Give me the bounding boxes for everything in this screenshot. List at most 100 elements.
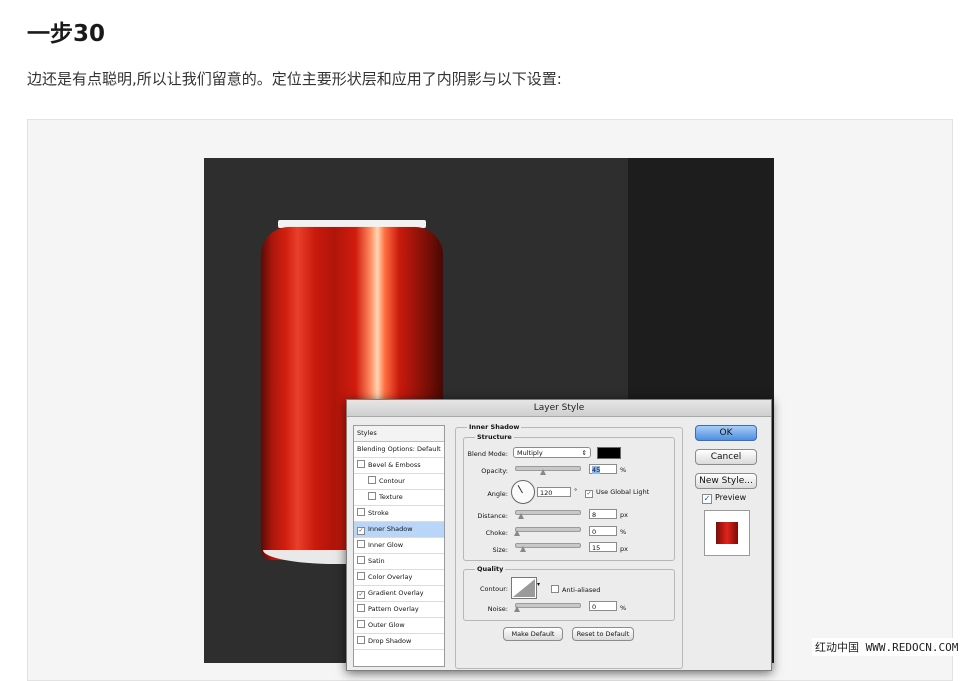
noise-slider[interactable]	[514, 603, 581, 612]
anti-aliased-option[interactable]: Anti-aliased	[551, 585, 600, 594]
opacity-slider[interactable]	[515, 466, 581, 475]
size-field[interactable]: 15	[589, 542, 617, 552]
distance-field[interactable]: 8	[589, 509, 617, 519]
distance-slider[interactable]	[515, 510, 581, 519]
styles-header[interactable]: Styles	[354, 426, 444, 442]
size-slider[interactable]	[515, 543, 581, 552]
angle-field[interactable]: 120	[537, 487, 571, 497]
styles-item-label: Gradient Overlay	[368, 589, 424, 597]
linear-contour-icon	[513, 579, 535, 597]
size-label: Size:	[492, 546, 508, 554]
size-slider-knob[interactable]	[520, 546, 526, 552]
styles-item[interactable]: Color Overlay	[354, 570, 444, 586]
style-preview-swatch	[704, 510, 750, 556]
angle-value: 120	[540, 489, 553, 497]
make-default-button[interactable]: Make Default	[503, 627, 563, 641]
opacity-label: Opacity:	[481, 467, 508, 475]
noise-slider-knob[interactable]	[514, 606, 520, 612]
preview-checkbox[interactable]: ✓	[702, 494, 712, 504]
styles-item-label: Blending Options: Default	[357, 445, 441, 453]
anti-aliased-checkbox[interactable]	[551, 585, 559, 593]
opacity-unit: %	[620, 466, 627, 474]
ok-button[interactable]: OK	[695, 425, 757, 441]
styles-item[interactable]: Satin	[354, 554, 444, 570]
updown-arrows-icon: ⇕	[581, 449, 587, 457]
noise-label: Noise:	[487, 605, 508, 613]
choke-field[interactable]: 0	[589, 526, 617, 536]
styles-item[interactable]: Blending Options: Default	[354, 442, 444, 458]
styles-item-label: Outer Glow	[368, 621, 405, 629]
distance-label: Distance:	[477, 512, 508, 520]
layer-style-dialog: Layer Style Styles Blending Options: Def…	[346, 399, 772, 671]
inner-shadow-title: Inner Shadow	[467, 423, 522, 431]
shadow-color-swatch[interactable]	[597, 447, 621, 459]
style-checkbox[interactable]	[357, 636, 365, 644]
preview-option[interactable]: ✓ Preview	[702, 493, 746, 504]
style-checkbox[interactable]	[368, 476, 376, 484]
use-global-light-checkbox[interactable]: ✓	[585, 490, 593, 498]
site-watermark: 红动中国 WWW.REDOCN.COM	[812, 638, 962, 656]
style-checkbox[interactable]: ✓	[357, 527, 365, 535]
style-checkbox[interactable]	[357, 556, 365, 564]
reset-to-default-button[interactable]: Reset to Default	[572, 627, 634, 641]
styles-item[interactable]: Contour	[354, 474, 444, 490]
preview-label: Preview	[715, 493, 747, 502]
use-global-light-option[interactable]: ✓ Use Global Light	[585, 488, 649, 498]
step-title: 一步30	[27, 21, 106, 47]
style-checkbox[interactable]	[357, 604, 365, 612]
contour-label: Contour:	[479, 585, 508, 593]
styles-item[interactable]: Stroke	[354, 506, 444, 522]
blend-mode-select[interactable]: Multiply ⇕	[513, 447, 591, 458]
structure-title: Structure	[475, 433, 514, 441]
styles-item-label: Color Overlay	[368, 573, 413, 581]
contour-picker[interactable]	[511, 577, 537, 599]
quality-section	[463, 569, 675, 621]
styles-item-label: Inner Shadow	[368, 525, 413, 533]
styles-item[interactable]: Bevel & Emboss	[354, 458, 444, 474]
styles-item-label: Inner Glow	[368, 541, 404, 549]
styles-item-label: Bevel & Emboss	[368, 461, 421, 469]
style-checkbox[interactable]	[368, 492, 376, 500]
distance-slider-knob[interactable]	[518, 513, 524, 519]
styles-item-label: Drop Shadow	[368, 637, 412, 645]
style-checkbox[interactable]	[357, 620, 365, 628]
styles-item[interactable]: Inner Glow	[354, 538, 444, 554]
style-checkbox[interactable]	[357, 572, 365, 580]
styles-item-label: Satin	[368, 557, 385, 565]
noise-field[interactable]: 0	[589, 601, 617, 611]
styles-item[interactable]: Pattern Overlay	[354, 602, 444, 618]
cancel-button[interactable]: Cancel	[695, 449, 757, 465]
styles-item-label: Stroke	[368, 509, 389, 517]
anti-aliased-label: Anti-aliased	[562, 586, 601, 594]
intro-text: 边还是有点聪明,所以让我们留意的。定位主要形状层和应用了内阴影与以下设置:	[27, 70, 562, 88]
style-preview-fill	[716, 522, 738, 544]
choke-slider-knob[interactable]	[514, 530, 520, 536]
styles-item[interactable]: ✓ Inner Shadow	[354, 522, 444, 538]
style-checkbox[interactable]	[357, 540, 365, 548]
size-unit: px	[620, 545, 628, 553]
noise-value: 0	[592, 603, 597, 611]
distance-value: 8	[592, 511, 597, 519]
angle-label: Angle:	[487, 490, 508, 498]
styles-item-label: Pattern Overlay	[368, 605, 419, 613]
styles-item[interactable]: Drop Shadow	[354, 634, 444, 650]
choke-slider[interactable]	[514, 527, 581, 536]
styles-panel: Styles Blending Options: Default Bevel & …	[353, 425, 445, 667]
contour-dropdown-icon[interactable]: ▾	[537, 581, 540, 588]
styles-item-label: Contour	[379, 477, 405, 485]
style-checkbox[interactable]: ✓	[357, 591, 365, 599]
new-style-button[interactable]: New Style...	[695, 473, 757, 489]
opacity-value: 45	[592, 466, 601, 474]
choke-label: Choke:	[485, 529, 508, 537]
styles-list: Blending Options: Default Bevel & Emboss C…	[354, 442, 444, 650]
style-checkbox[interactable]	[357, 508, 365, 516]
style-checkbox[interactable]	[357, 460, 365, 468]
dialog-title[interactable]: Layer Style	[347, 400, 771, 417]
styles-item[interactable]: Outer Glow	[354, 618, 444, 634]
styles-item[interactable]: ✓ Gradient Overlay	[354, 586, 444, 602]
styles-item-label: Texture	[379, 493, 403, 501]
opacity-field[interactable]: 45	[589, 464, 617, 474]
styles-item[interactable]: Texture	[354, 490, 444, 506]
opacity-slider-knob[interactable]	[540, 469, 546, 475]
angle-dial[interactable]	[511, 480, 535, 504]
